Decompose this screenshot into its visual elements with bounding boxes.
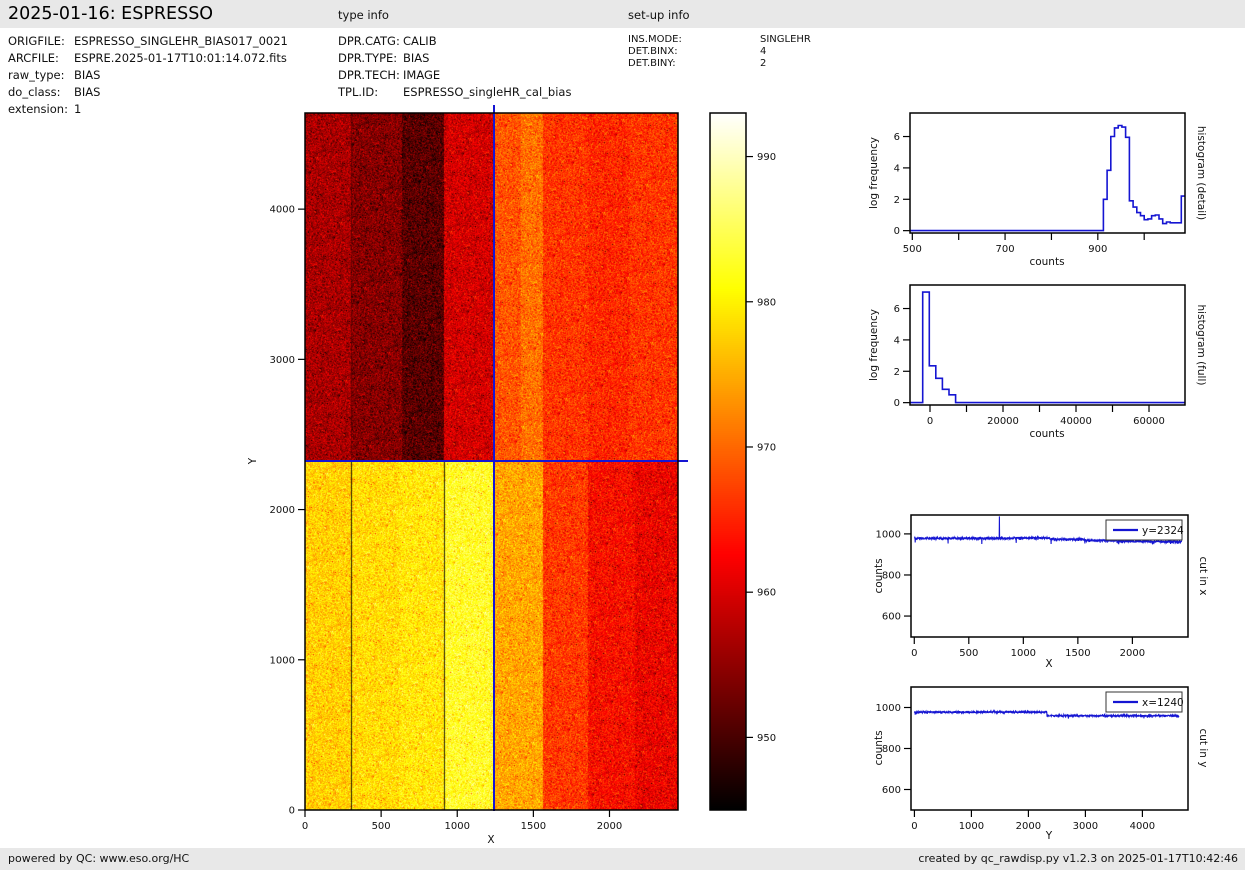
svg-text:y=2324: y=2324: [1142, 525, 1184, 537]
type-info-value: IMAGE: [403, 68, 440, 82]
main-y-axis-label: Y: [247, 458, 259, 464]
type-info-value: BIAS: [403, 51, 429, 65]
svg-text:0: 0: [302, 821, 308, 832]
svg-text:3000: 3000: [270, 355, 295, 366]
svg-text:1000: 1000: [1011, 648, 1036, 659]
footer-created-by: created by qc_rawdisp.py v1.2.3 on 2025-…: [918, 852, 1238, 865]
setup-info-value: 4: [760, 46, 766, 57]
file-info-label: do_class:: [8, 85, 61, 99]
svg-text:1000: 1000: [876, 703, 901, 714]
file-info-value: 1: [74, 102, 81, 116]
svg-text:4: 4: [894, 335, 900, 346]
file-info-value: ESPRESSO_SINGLEHR_BIAS017_0021: [74, 34, 288, 48]
svg-text:2: 2: [894, 195, 900, 206]
crosshair-horizontal-line: [305, 460, 688, 462]
svg-text:950: 950: [757, 733, 776, 744]
file-info-value: BIAS: [74, 68, 100, 82]
svg-text:980: 980: [757, 297, 776, 308]
file-info-value: BIAS: [74, 85, 100, 99]
type-info-label: DPR.TECH:: [338, 68, 400, 82]
svg-text:1000: 1000: [876, 529, 901, 540]
svg-text:700: 700: [996, 244, 1015, 255]
svg-text:6: 6: [894, 304, 900, 315]
file-info-label: raw_type:: [8, 68, 65, 82]
svg-text:0: 0: [927, 416, 933, 427]
svg-text:2000: 2000: [1016, 821, 1041, 832]
svg-text:900: 900: [1088, 244, 1107, 255]
svg-text:60000: 60000: [1133, 416, 1165, 427]
cut-x-x-label: X: [1045, 658, 1052, 670]
footer-powered-by: powered by QC: www.eso.org/HC: [8, 852, 189, 865]
cut-x-side-label: cut in x: [1197, 556, 1209, 595]
svg-text:600: 600: [882, 612, 901, 623]
svg-text:970: 970: [757, 442, 776, 453]
main-x-axis-label: X: [487, 834, 494, 846]
svg-text:2000: 2000: [270, 505, 295, 516]
svg-text:0: 0: [911, 648, 917, 659]
svg-text:40000: 40000: [1060, 416, 1092, 427]
setup-info-label: DET.BINY:: [628, 58, 676, 69]
svg-text:3000: 3000: [1073, 821, 1098, 832]
setup-info-label: INS.MODE:: [628, 34, 682, 45]
svg-text:1000: 1000: [445, 821, 470, 832]
hist-full-y-label: log frequency: [868, 309, 880, 381]
svg-text:1000: 1000: [959, 821, 984, 832]
svg-text:960: 960: [757, 588, 776, 599]
type-info-label: DPR.CATG:: [338, 34, 400, 48]
hist-detail-side-label: histogram (detail): [1195, 126, 1207, 220]
svg-text:0: 0: [894, 398, 900, 409]
colorbar: [710, 113, 746, 810]
svg-text:4000: 4000: [1130, 821, 1155, 832]
svg-text:500: 500: [903, 244, 922, 255]
hist-full-side-label: histogram (full): [1195, 305, 1207, 386]
svg-text:1000: 1000: [270, 655, 295, 666]
crosshair-vertical-line: [493, 105, 495, 811]
svg-text:600: 600: [882, 785, 901, 796]
type-info-section-title: type info: [338, 8, 389, 22]
svg-text:500: 500: [959, 648, 978, 659]
svg-text:20000: 20000: [987, 416, 1019, 427]
qc-report-page: 2025-01-16: ESPRESSO type info set-up in…: [0, 0, 1245, 870]
svg-text:4000: 4000: [270, 205, 295, 216]
type-info-value: ESPRESSO_singleHR_cal_bias: [403, 85, 571, 99]
hist-full-x-label: counts: [1029, 428, 1064, 440]
file-info-value: ESPRE.2025-01-17T10:01:14.072.fits: [74, 51, 287, 65]
setup-info-section-title: set-up info: [628, 8, 690, 22]
type-info-label: DPR.TYPE:: [338, 51, 397, 65]
report-title: 2025-01-16: ESPRESSO: [8, 4, 213, 24]
hist-detail-y-label: log frequency: [868, 137, 880, 209]
cut-y-x-label: Y: [1046, 830, 1052, 842]
type-info-label: TPL.ID:: [338, 85, 378, 99]
hist-detail-x-label: counts: [1029, 256, 1064, 268]
svg-text:6: 6: [894, 132, 900, 143]
cut-x-y-label: counts: [873, 558, 885, 593]
cut-y-side-label: cut in y: [1197, 728, 1209, 767]
cut-y-y-label: counts: [873, 730, 885, 765]
setup-info-value: SINGLEHR: [760, 34, 811, 45]
svg-text:1500: 1500: [1065, 648, 1090, 659]
svg-text:0: 0: [289, 806, 295, 817]
file-info-label: ARCFILE:: [8, 51, 59, 65]
svg-text:4: 4: [894, 163, 900, 174]
file-info-label: extension:: [8, 102, 68, 116]
svg-text:1500: 1500: [521, 821, 546, 832]
svg-text:0: 0: [894, 226, 900, 237]
svg-text:990: 990: [757, 152, 776, 163]
svg-text:0: 0: [911, 821, 917, 832]
type-info-value: CALIB: [403, 34, 437, 48]
svg-text:2000: 2000: [1120, 648, 1145, 659]
svg-text:x=1240: x=1240: [1142, 697, 1184, 709]
file-info-label: ORIGFILE:: [8, 34, 65, 48]
svg-text:500: 500: [372, 821, 391, 832]
setup-info-label: DET.BINX:: [628, 46, 678, 57]
svg-text:2: 2: [894, 367, 900, 378]
svg-text:2000: 2000: [597, 821, 622, 832]
setup-info-value: 2: [760, 58, 766, 69]
